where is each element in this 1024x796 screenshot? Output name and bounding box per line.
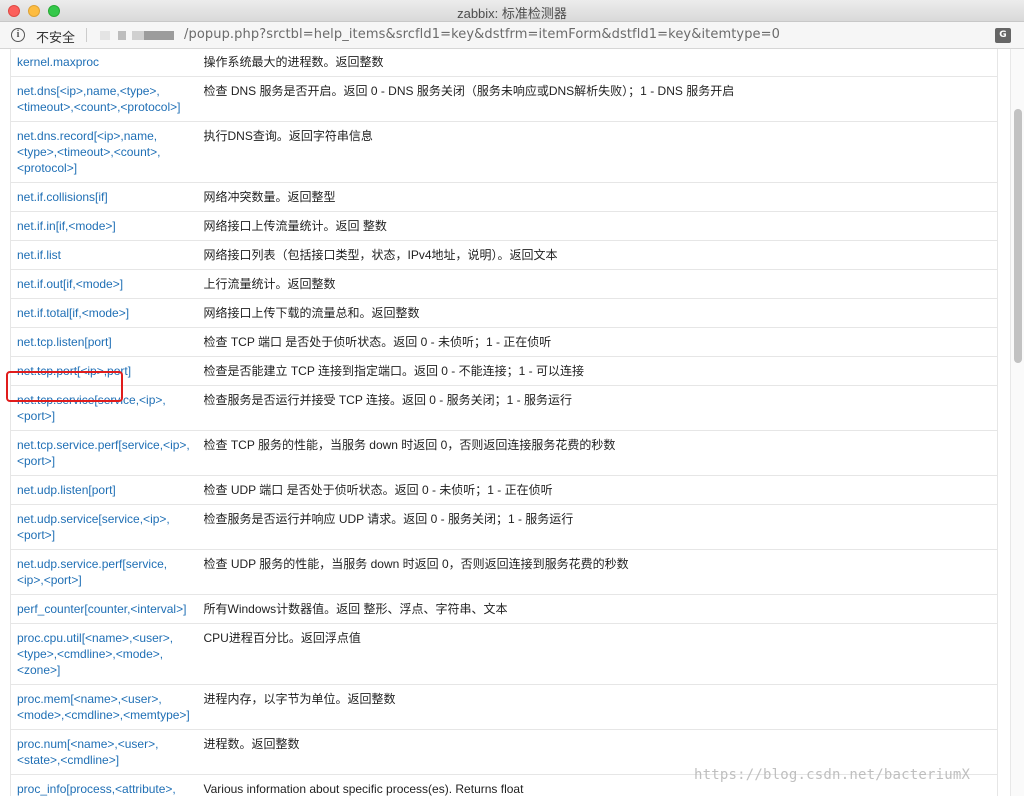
table-row[interactable]: net.dns.record[<ip>,name,<type>,<timeout… <box>10 121 998 183</box>
table-row[interactable]: net.if.in[if,<mode>] 网络接口上传流量统计。返回 整数 <box>10 211 998 241</box>
item-key-cell: net.udp.service[service,<ip>,<port>] <box>10 504 198 550</box>
table-row[interactable]: net.tcp.service[service,<ip>,<port>] 检查服务… <box>10 385 998 431</box>
item-description: 网络接口上传流量统计。返回 整数 <box>197 211 998 241</box>
item-key-link[interactable]: net.if.in[if,<mode>] <box>17 219 116 233</box>
item-key-link[interactable]: net.if.total[if,<mode>] <box>17 306 129 320</box>
table-row[interactable]: net.if.collisions[if] 网络冲突数量。返回整型 <box>10 182 998 212</box>
item-description: 检查是否能建立 TCP 连接到指定端口。返回 0 - 不能连接；1 - 可以连接 <box>197 356 998 386</box>
item-description: 执行DNS查询。返回字符串信息 <box>197 121 998 183</box>
item-key-cell: proc.cpu.util[<name>,<user>,<type>,<cmdl… <box>10 623 198 685</box>
page-content: kernel.maxproc 操作系统最大的进程数。返回整数 net.dns[<ip… <box>0 49 1010 796</box>
item-key-link[interactable]: perf_counter[counter,<interval>] <box>17 602 186 616</box>
table-row[interactable]: net.tcp.service.perf[service,<ip>,<port>… <box>10 430 998 476</box>
item-description: 检查服务是否运行并接受 TCP 连接。返回 0 - 服务关闭；1 - 服务运行 <box>197 385 998 431</box>
item-key-link[interactable]: kernel.maxproc <box>17 55 99 69</box>
item-key-cell: perf_counter[counter,<interval>] <box>10 594 198 624</box>
item-key-link[interactable]: proc.cpu.util[<name>,<user>,<type>,<cmdl… <box>17 631 173 677</box>
table-row[interactable]: net.tcp.port[<ip>,port] 检查是否能建立 TCP 连接到指定… <box>10 356 998 386</box>
redacted-host <box>96 28 180 42</box>
item-description: 检查 TCP 服务的性能，当服务 down 时返回 0，否则返回连接服务花费的秒… <box>197 430 998 476</box>
item-description: 上行流量统计。返回整数 <box>197 269 998 299</box>
table-row[interactable]: net.if.total[if,<mode>] 网络接口上传下载的流量总和。返回整… <box>10 298 998 328</box>
item-description: 进程内存，以字节为单位。返回整数 <box>197 684 998 730</box>
table-row[interactable]: kernel.maxproc 操作系统最大的进程数。返回整数 <box>10 49 998 77</box>
vertical-scrollbar[interactable] <box>1010 49 1024 796</box>
item-key-cell: net.dns.record[<ip>,name,<type>,<timeout… <box>10 121 198 183</box>
address-bar[interactable]: i 不安全 /popup.php?srctbl=help_items&srcfl… <box>0 22 1024 49</box>
item-key-cell: net.tcp.service.perf[service,<ip>,<port>… <box>10 430 198 476</box>
item-key-link[interactable]: net.tcp.service[service,<ip>,<port>] <box>17 393 166 423</box>
item-key-link[interactable]: net.dns.record[<ip>,name,<type>,<timeout… <box>17 129 160 175</box>
item-description: 网络接口上传下载的流量总和。返回整数 <box>197 298 998 328</box>
item-key-cell: net.if.collisions[if] <box>10 182 198 212</box>
translate-icon[interactable]: G <box>995 28 1011 43</box>
item-key-cell: net.udp.listen[port] <box>10 475 198 505</box>
window-titlebar: zabbix: 标准检测器 <box>0 0 1024 22</box>
item-key-link[interactable]: net.if.collisions[if] <box>17 190 108 204</box>
items-table: kernel.maxproc 操作系统最大的进程数。返回整数 net.dns[<ip… <box>10 49 998 796</box>
item-key-link[interactable]: net.dns[<ip>,name,<type>,<timeout>,<coun… <box>17 84 180 114</box>
item-key-link[interactable]: net.tcp.port[<ip>,port] <box>17 364 131 378</box>
item-description: 检查 UDP 端口 是否处于侦听状态。返回 0 - 未侦听；1 - 正在侦听 <box>197 475 998 505</box>
item-key-cell: net.tcp.listen[port] <box>10 327 198 357</box>
item-description: CPU进程百分比。返回浮点值 <box>197 623 998 685</box>
item-key-link[interactable]: net.udp.listen[port] <box>17 483 116 497</box>
watermark-text: https://blog.csdn.net/bacteriumX <box>694 767 971 783</box>
item-description: 检查 TCP 端口 是否处于侦听状态。返回 0 - 未侦听；1 - 正在侦听 <box>197 327 998 357</box>
item-description: 操作系统最大的进程数。返回整数 <box>197 49 998 77</box>
address-divider <box>86 28 87 42</box>
item-key-link[interactable]: net.udp.service.perf[service,<ip>,<port>… <box>17 557 167 587</box>
item-description: 检查 DNS 服务是否开启。返回 0 - DNS 服务关闭（服务未响应或DNS解… <box>197 76 998 122</box>
security-label[interactable]: 不安全 <box>36 27 75 46</box>
item-key-link[interactable]: net.if.out[if,<mode>] <box>17 277 123 291</box>
table-row[interactable]: net.tcp.listen[port] 检查 TCP 端口 是否处于侦听状态。返… <box>10 327 998 357</box>
item-key-link[interactable]: net.if.list <box>17 248 61 262</box>
item-key-cell: proc.mem[<name>,<user>,<mode>,<cmdline>,… <box>10 684 198 730</box>
item-key-link[interactable]: net.tcp.service.perf[service,<ip>,<port>… <box>17 438 190 468</box>
item-description: 检查服务是否运行并响应 UDP 请求。返回 0 - 服务关闭；1 - 服务运行 <box>197 504 998 550</box>
item-key-cell: net.tcp.port[<ip>,port] <box>10 356 198 386</box>
table-row[interactable]: net.dns[<ip>,name,<type>,<timeout>,<coun… <box>10 76 998 122</box>
url-text[interactable]: /popup.php?srctbl=help_items&srcfld1=key… <box>184 27 780 42</box>
item-key-cell: kernel.maxproc <box>10 49 198 77</box>
window-title: zabbix: 标准检测器 <box>457 6 567 21</box>
item-key-cell: net.if.in[if,<mode>] <box>10 211 198 241</box>
table-row[interactable]: proc.cpu.util[<name>,<user>,<type>,<cmdl… <box>10 623 998 685</box>
item-key-cell: net.if.total[if,<mode>] <box>10 298 198 328</box>
item-description: 网络接口列表（包括接口类型，状态，IPv4地址，说明）。返回文本 <box>197 240 998 270</box>
item-key-cell: net.if.list <box>10 240 198 270</box>
table-row[interactable]: net.udp.service.perf[service,<ip>,<port>… <box>10 549 998 595</box>
item-key-cell: net.if.out[if,<mode>] <box>10 269 198 299</box>
table-row[interactable]: perf_counter[counter,<interval>] 所有Window… <box>10 594 998 624</box>
item-key-cell: net.dns[<ip>,name,<type>,<timeout>,<coun… <box>10 76 198 122</box>
item-key-link[interactable]: proc.mem[<name>,<user>,<mode>,<cmdline>,… <box>17 692 190 722</box>
item-key-link[interactable]: proc.num[<name>,<user>,<state>,<cmdline>… <box>17 737 158 767</box>
table-row[interactable]: net.udp.listen[port] 检查 UDP 端口 是否处于侦听状态。返… <box>10 475 998 505</box>
item-key-cell: net.udp.service.perf[service,<ip>,<port>… <box>10 549 198 595</box>
table-row[interactable]: proc.mem[<name>,<user>,<mode>,<cmdline>,… <box>10 684 998 730</box>
table-row[interactable]: net.udp.service[service,<ip>,<port>] 检查服务… <box>10 504 998 550</box>
scrollbar-thumb[interactable] <box>1014 109 1022 363</box>
item-key-cell: net.tcp.service[service,<ip>,<port>] <box>10 385 198 431</box>
item-description: 所有Windows计数器值。返回 整形、浮点、字符串、文本 <box>197 594 998 624</box>
item-key-link[interactable]: proc_info[process,<attribute>, <box>17 782 176 796</box>
item-key-link[interactable]: net.udp.service[service,<ip>,<port>] <box>17 512 170 542</box>
item-description: 网络冲突数量。返回整型 <box>197 182 998 212</box>
item-key-cell: proc.num[<name>,<user>,<state>,<cmdline>… <box>10 729 198 775</box>
table-row[interactable]: net.if.list 网络接口列表（包括接口类型，状态，IPv4地址，说明）。返… <box>10 240 998 270</box>
table-row[interactable]: net.if.out[if,<mode>] 上行流量统计。返回整数 <box>10 269 998 299</box>
item-key-link[interactable]: net.tcp.listen[port] <box>17 335 112 349</box>
item-description: 检查 UDP 服务的性能，当服务 down 时返回 0，否则返回连接到服务花费的… <box>197 549 998 595</box>
info-icon[interactable]: i <box>11 28 25 42</box>
item-key-cell: proc_info[process,<attribute>, <box>10 774 198 796</box>
